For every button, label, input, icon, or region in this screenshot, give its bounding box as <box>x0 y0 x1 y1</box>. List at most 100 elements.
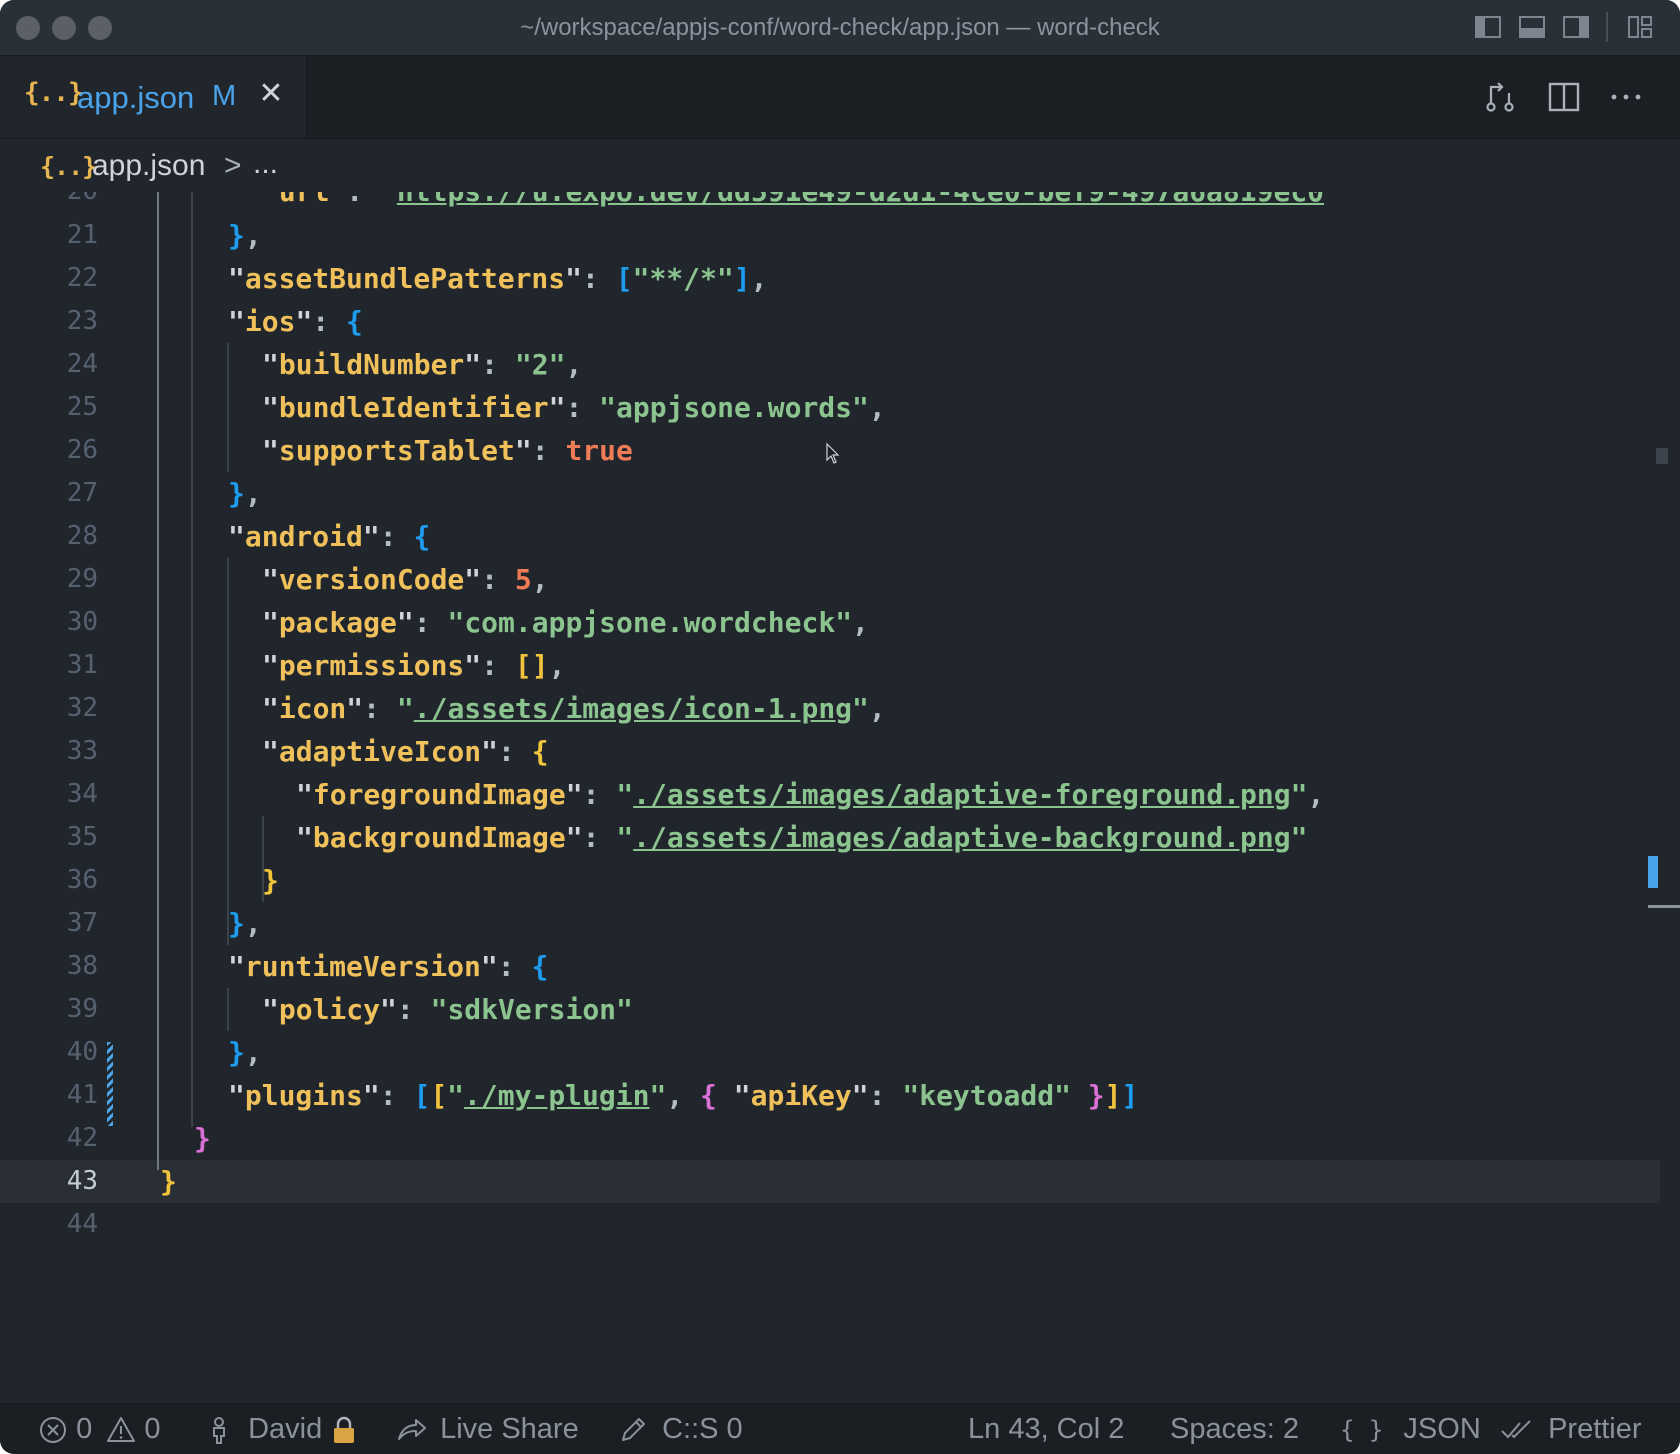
line-number: 44 <box>66 1209 98 1239</box>
more-actions-icon[interactable] <box>1608 79 1644 115</box>
line-number: 28 <box>66 521 98 551</box>
code-line-38: "runtimeVersion": { <box>228 950 549 983</box>
language-mode[interactable]: { } JSON <box>1340 1404 1481 1454</box>
line-number-current: 43 <box>66 1166 98 1196</box>
status-bar: 0 0 David Live Share C::S 0 Ln 43, Col 2… <box>0 1403 1680 1454</box>
code-line-26: "supportsTablet": true <box>262 434 633 467</box>
line-number: 31 <box>66 650 98 680</box>
indent-guide <box>227 558 229 945</box>
tab-bar: {..} app.json M ✕ <box>0 56 1680 139</box>
modified-indicator: M <box>212 80 237 112</box>
indentation-setting[interactable]: Spaces: 2 <box>1170 1404 1299 1454</box>
line-number: 32 <box>66 693 98 723</box>
braces-icon: { } <box>1340 1416 1384 1444</box>
language-label: JSON <box>1403 1413 1481 1445</box>
window-title: ~/workspace/appjs-conf/word-check/app.js… <box>520 14 1160 41</box>
pencil-icon <box>622 1418 645 1442</box>
customize-layout-icon[interactable] <box>1626 13 1654 41</box>
code-line-41: "plugins": [["./my-plugin", { "apiKey": … <box>228 1079 1139 1112</box>
line-number: 27 <box>66 478 98 508</box>
cursor-position[interactable]: Ln 43, Col 2 <box>968 1404 1124 1454</box>
live-share-icon <box>398 1419 426 1441</box>
person-icon <box>213 1417 225 1445</box>
code-line-42: } <box>194 1122 211 1155</box>
line-number: 39 <box>66 994 98 1024</box>
code-line-23: "ios": { <box>228 305 363 338</box>
indent-guide <box>157 192 159 1170</box>
titlebar-divider <box>1606 12 1608 42</box>
code-editor[interactable]: 20 21 22 23 24 25 26 27 28 29 30 31 32 3… <box>0 192 1680 1403</box>
code-line-24: "buildNumber": "2", <box>262 348 583 381</box>
compare-changes-icon[interactable] <box>1482 79 1518 115</box>
indent-guide <box>191 192 193 1127</box>
breadcrumb-more[interactable]: ... <box>253 147 278 181</box>
code-line-25: "bundleIdentifier": "appjsone.words", <box>262 391 886 424</box>
user-name: David <box>248 1413 323 1445</box>
code-line-33: "adaptiveIcon": { <box>262 735 549 768</box>
lock-icon <box>334 1417 355 1444</box>
breadcrumb-file[interactable]: app.json <box>92 149 205 183</box>
tab-app-json[interactable]: {..} app.json M ✕ <box>0 56 307 138</box>
code-line-40: }, <box>228 1036 262 1069</box>
chevron-right-icon: > <box>224 149 242 182</box>
current-line-highlight <box>0 1160 1660 1203</box>
line-number: 41 <box>66 1080 98 1110</box>
code-line-31: "permissions": [], <box>262 649 566 682</box>
breadcrumb: {..} app.json > ... <box>0 139 1680 193</box>
tab-label: app.json <box>77 80 195 115</box>
warning-count: 0 <box>144 1413 161 1445</box>
line-number: 38 <box>66 951 98 981</box>
line-number: 29 <box>66 564 98 594</box>
code-line-43: } <box>160 1165 177 1198</box>
title-bar: ~/workspace/appjs-conf/word-check/app.js… <box>0 0 1680 56</box>
code-line-34: "foregroundImage": "./assets/images/adap… <box>296 778 1325 811</box>
split-editor-icon[interactable] <box>1546 79 1582 115</box>
indent-guide <box>227 343 229 472</box>
code-line-32: "icon": "./assets/images/icon-1.png", <box>262 692 886 725</box>
formatter-label: Prettier <box>1548 1413 1642 1445</box>
code-line-27: }, <box>228 477 262 510</box>
warning-icon <box>107 1417 136 1443</box>
code-line-39: "policy": "sdkVersion" <box>262 993 633 1026</box>
code-line-35: "backgroundImage": "./assets/images/adap… <box>296 821 1308 854</box>
editor-window: ~/workspace/appjs-conf/word-check/app.js… <box>0 0 1680 1454</box>
json-file-icon: {..} <box>24 78 84 108</box>
code-line-20: "url": "https://u.expo.dev/dd591e49-d2d1… <box>262 192 1341 213</box>
line-number: 23 <box>66 306 98 336</box>
toggle-primary-sidebar-icon[interactable] <box>1474 13 1502 41</box>
json-file-icon: {..} <box>40 152 97 181</box>
code-line-22: "assetBundlePatterns": ["**/*"], <box>228 262 768 295</box>
line-number: 35 <box>66 822 98 852</box>
overview-ruler-cursor-mark <box>1648 905 1680 908</box>
problems-indicator[interactable]: 0 0 <box>38 1404 160 1454</box>
code-stats-item[interactable]: C::S 0 <box>618 1404 743 1454</box>
indent-guide <box>227 988 229 1031</box>
prettier-formatter[interactable]: Prettier <box>1500 1404 1642 1454</box>
live-share-label: Live Share <box>440 1413 579 1445</box>
line-number: 40 <box>66 1037 98 1067</box>
line-number: 42 <box>66 1123 98 1153</box>
line-number: 34 <box>66 779 98 809</box>
line-number: 20 <box>0 192 98 213</box>
overview-ruler-mark <box>1656 448 1668 464</box>
close-icon[interactable]: ✕ <box>256 76 286 112</box>
line-number: 36 <box>66 865 98 895</box>
account-item[interactable]: David <box>206 1404 358 1454</box>
code-line-21: }, <box>228 219 262 252</box>
error-count: 0 <box>76 1413 93 1445</box>
code-line-30: "package": "com.appjsone.wordcheck", <box>262 606 869 639</box>
code-line-36: } <box>262 864 279 897</box>
toggle-panel-icon[interactable] <box>1518 13 1546 41</box>
code-line-37: }, <box>228 907 262 940</box>
line-number: 37 <box>66 908 98 938</box>
gutter-modified-marker <box>107 1042 113 1126</box>
code-line-28: "android": { <box>228 520 431 553</box>
line-number: 26 <box>66 435 98 465</box>
code-line-29: "versionCode": 5, <box>262 563 549 596</box>
line-number: 33 <box>66 736 98 766</box>
line-number: 22 <box>66 263 98 293</box>
mouse-cursor-icon <box>826 443 840 464</box>
live-share-button[interactable]: Live Share <box>396 1404 579 1454</box>
toggle-secondary-sidebar-icon[interactable] <box>1562 13 1590 41</box>
error-icon <box>40 1417 66 1444</box>
